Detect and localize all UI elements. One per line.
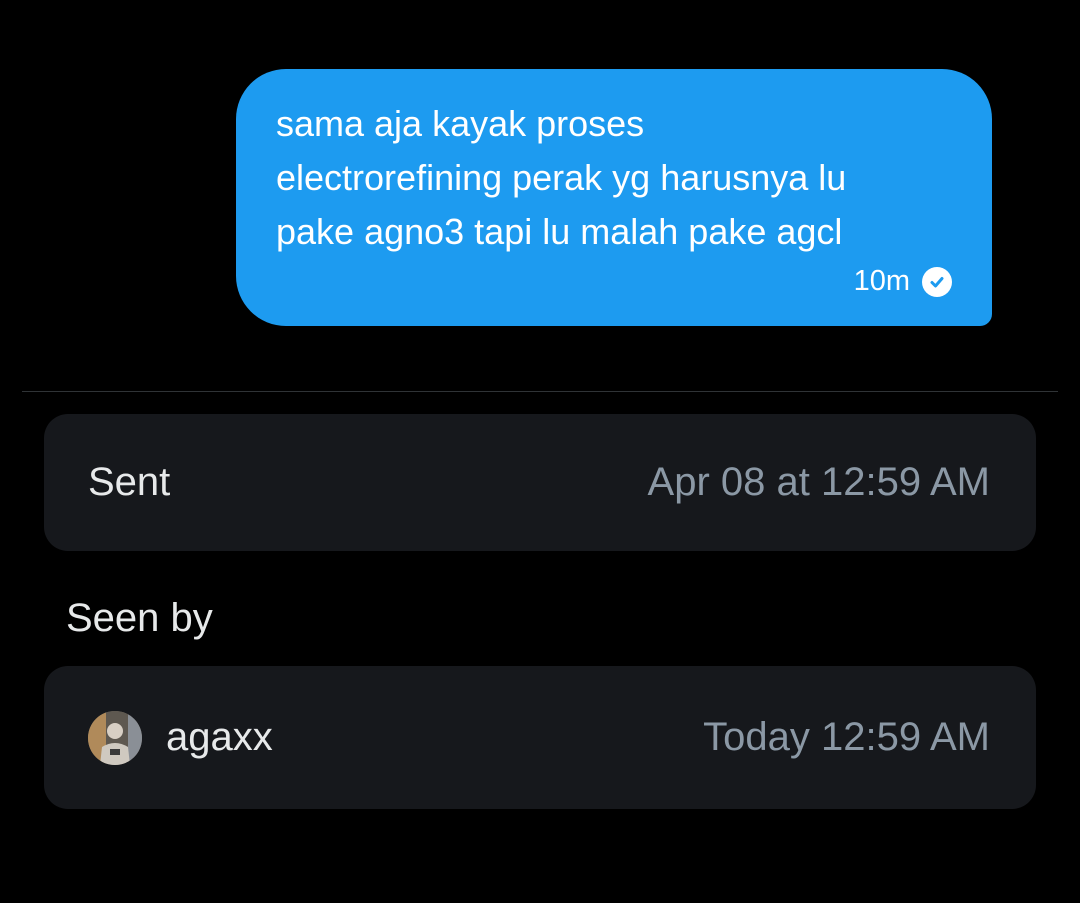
message-time: 10m [853, 265, 910, 297]
avatar[interactable] [88, 710, 142, 765]
message-bubble[interactable]: sama aja kayak proses electrorefining pe… [236, 69, 992, 326]
seen-by-heading: Seen by [66, 596, 213, 640]
seen-user-name: agaxx [166, 715, 273, 759]
check-circle-icon [922, 266, 952, 297]
seen-user[interactable]: agaxx [88, 710, 273, 765]
sent-timestamp: Apr 08 at 12:59 AM [647, 460, 990, 504]
sent-info-card: Sent Apr 08 at 12:59 AM [44, 414, 1036, 551]
sent-label: Sent [88, 460, 171, 504]
message-text: sama aja kayak proses electrorefining pe… [276, 103, 847, 252]
divider [22, 391, 1058, 392]
seen-timestamp: Today 12:59 AM [703, 715, 990, 759]
seen-by-row[interactable]: agaxx Today 12:59 AM [44, 666, 1036, 809]
message-meta: 10m [854, 265, 952, 298]
